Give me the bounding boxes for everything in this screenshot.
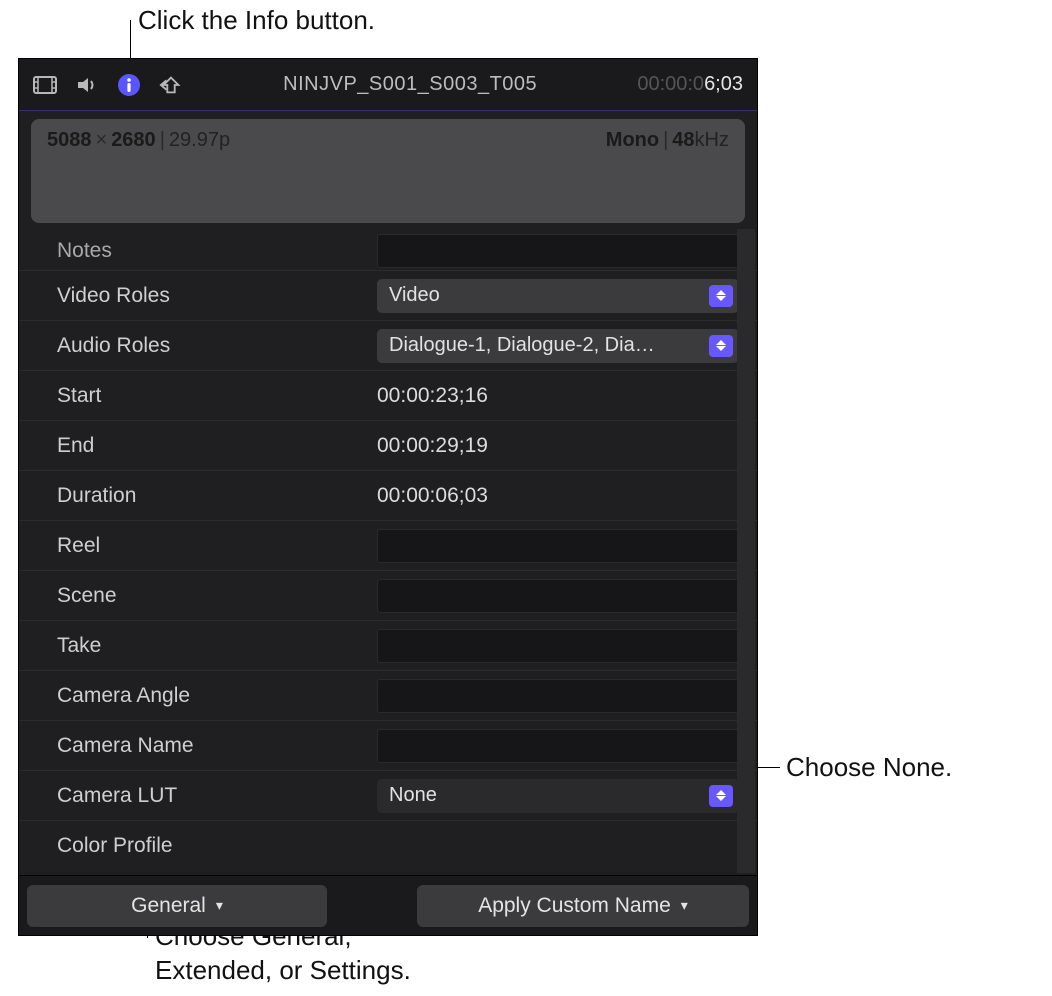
metadata-view-label: General [131,894,206,918]
audio-rate-unit: kHz [695,129,729,151]
audio-rate: 48 [672,129,694,151]
summary-video: 5088×2680|29.97p [47,129,230,213]
audio-roles-value: Dialogue-1, Dialogue-2, Dia… [389,334,709,357]
take-label: Take [57,634,377,658]
chevron-updown-icon [709,785,733,807]
time-bright: 6;03 [704,73,743,95]
inspector-panel: NINJVP_S001_S003_T005 00:00:06;03 5088×2… [18,58,758,936]
row-camera-angle: Camera Angle [19,671,757,721]
reel-label: Reel [57,534,377,558]
duration-label: Duration [57,484,377,508]
start-label: Start [57,384,377,408]
row-color-profile: Color Profile [19,821,757,871]
chevron-updown-icon [709,285,733,307]
camera-lut-label: Camera LUT [57,784,377,808]
row-scene: Scene [19,571,757,621]
start-value[interactable]: 00:00:23;16 [377,384,739,408]
notes-field[interactable] [377,234,739,268]
audio-channels: Mono [606,129,659,151]
callout-info: Click the Info button. [138,4,375,38]
time-dim: 00:00:0 [637,73,704,95]
share-icon[interactable] [159,73,183,97]
row-start: Start 00:00:23;16 [19,371,757,421]
video-roles-label: Video Roles [57,284,377,308]
video-icon[interactable] [33,73,57,97]
inspector-toolbar: NINJVP_S001_S003_T005 00:00:06;03 [19,59,757,111]
row-video-roles: Video Roles Video [19,271,757,321]
reel-field[interactable] [377,529,739,563]
camera-lut-value: None [389,784,709,807]
row-notes: Notes [19,231,757,271]
take-field[interactable] [377,629,739,663]
clip-summary: 5088×2680|29.97p Mono|48kHz [31,119,745,223]
row-take: Take [19,621,757,671]
row-camera-name: Camera Name [19,721,757,771]
audio-roles-dropdown[interactable]: Dialogue-1, Dialogue-2, Dia… [377,329,739,363]
camera-angle-label: Camera Angle [57,684,377,708]
chevron-updown-icon [709,335,733,357]
scene-label: Scene [57,584,377,608]
summary-audio: Mono|48kHz [606,129,729,213]
res-width: 5088 [47,129,92,151]
notes-label: Notes [57,239,377,263]
audio-icon[interactable] [75,73,99,97]
apply-custom-name-menu[interactable]: Apply Custom Name ▾ [417,885,749,927]
scrollbar[interactable] [737,229,755,873]
chevron-down-icon: ▾ [681,897,688,914]
video-roles-value: Video [389,284,709,307]
camera-angle-field[interactable] [377,679,739,713]
row-camera-lut: Camera LUT None [19,771,757,821]
callout-none: Choose None. [786,751,952,785]
chevron-down-icon: ▾ [216,897,223,914]
audio-roles-label: Audio Roles [57,334,377,358]
row-reel: Reel [19,521,757,571]
row-duration: Duration 00:00:06;03 [19,471,757,521]
framerate: 29.97p [169,129,230,151]
inspector-footer: General ▾ Apply Custom Name ▾ [19,875,757,935]
video-roles-dropdown[interactable]: Video [377,279,739,313]
camera-name-field[interactable] [377,729,739,763]
metadata-fields: Notes Video Roles Video Audio Roles Dial… [19,231,757,875]
camera-lut-dropdown[interactable]: None [377,779,739,813]
camera-name-label: Camera Name [57,734,377,758]
info-icon[interactable] [117,73,141,97]
clip-duration-display: 00:00:06;03 [637,73,743,96]
row-end: End 00:00:29;19 [19,421,757,471]
metadata-view-menu[interactable]: General ▾ [27,885,327,927]
scene-field[interactable] [377,579,739,613]
color-profile-label: Color Profile [57,834,377,858]
apply-custom-name-label: Apply Custom Name [478,894,671,918]
row-audio-roles: Audio Roles Dialogue-1, Dialogue-2, Dia… [19,321,757,371]
duration-value: 00:00:06;03 [377,484,739,508]
end-value[interactable]: 00:00:29;19 [377,434,739,458]
res-height: 2680 [111,129,156,151]
clip-title: NINJVP_S001_S003_T005 [201,73,619,96]
end-label: End [57,434,377,458]
callout-text: Extended, or Settings. [155,955,411,985]
